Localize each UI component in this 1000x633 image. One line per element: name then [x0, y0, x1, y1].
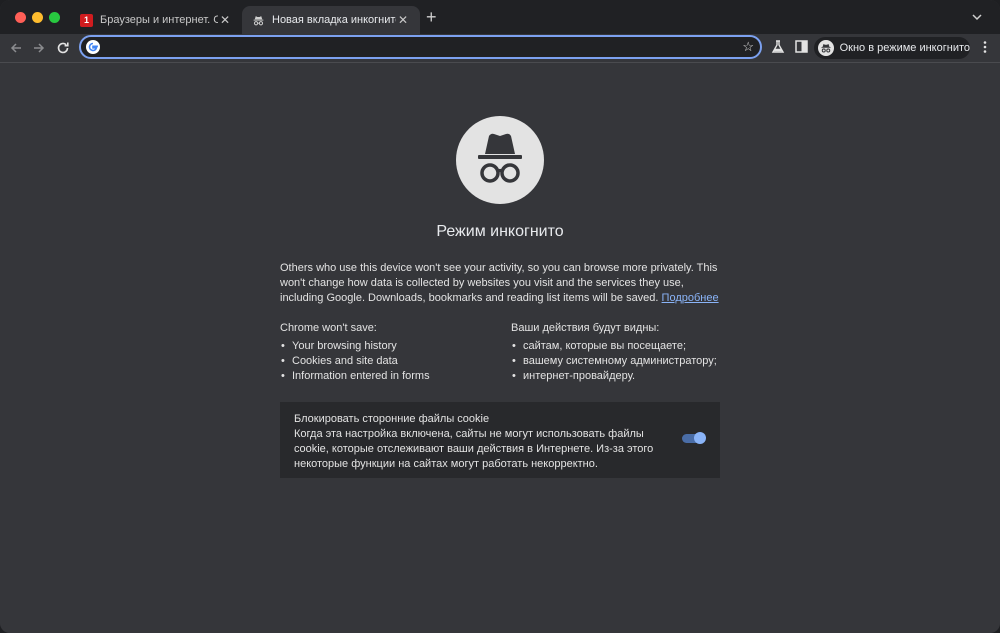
incognito-page: Режим инкогнито Others who use this devi…	[0, 63, 1000, 633]
section-heading: Chrome won't save:	[280, 322, 377, 334]
brand-red-icon: 1	[80, 13, 93, 27]
list-item: сайтам, которые вы посещаете;	[512, 339, 741, 354]
tab-strip: 1 Браузеры и интернет. Скача ✕ Новая вкл…	[0, 0, 1000, 34]
activity-visible-section: Ваши действия будут видны: сайтам, котор…	[511, 321, 741, 384]
chevron-down-icon[interactable]	[970, 10, 984, 24]
address-input[interactable]	[103, 39, 727, 57]
cookie-title: Блокировать сторонние файлы cookie	[294, 413, 490, 425]
back-arrow-icon[interactable]	[8, 40, 24, 56]
maximize-window-button[interactable]	[49, 12, 60, 23]
cookie-description: Когда эта настройка включена, сайты не м…	[294, 428, 654, 470]
address-bar[interactable]: ☆	[79, 35, 762, 59]
list-item: вашему системному администратору;	[512, 354, 741, 369]
forward-arrow-icon[interactable]	[31, 40, 47, 56]
bookmark-star-icon[interactable]: ☆	[742, 39, 754, 55]
tab-label: Браузеры и интернет. Скача	[100, 14, 218, 26]
incognito-chip-label: Окно в режиме инкогнито	[839, 42, 970, 54]
intro-text: Others who use this device won't see you…	[280, 262, 718, 304]
list-item: Your browsing history	[281, 339, 500, 354]
tab-incognito[interactable]: Новая вкладка инкогнито ✕	[242, 6, 420, 34]
browser-window: 1 Браузеры и интернет. Скача ✕ Новая вкл…	[0, 0, 1000, 633]
close-tab-icon[interactable]: ✕	[396, 13, 410, 27]
block-cookies-card: Блокировать сторонние файлы cookie Когда…	[280, 402, 720, 478]
toolbar: ☆ Окно в режиме инкогнито	[0, 34, 1000, 63]
section-heading: Ваши действия будут видны:	[511, 322, 660, 334]
block-cookies-toggle[interactable]	[682, 432, 706, 444]
learn-more-link[interactable]: Подробнее	[662, 292, 719, 304]
toggle-knob	[694, 432, 706, 444]
incognito-hero-icon	[456, 116, 544, 204]
list-item: интернет-провайдеру.	[512, 369, 741, 384]
close-window-button[interactable]	[15, 12, 26, 23]
page-title: Режим инкогнито	[436, 223, 564, 240]
close-tab-icon[interactable]: ✕	[218, 13, 232, 27]
tab-label: Новая вкладка инкогнито	[272, 14, 396, 26]
menu-kebab-icon[interactable]	[978, 40, 992, 54]
reload-icon[interactable]	[55, 40, 71, 56]
labs-flask-icon[interactable]	[771, 40, 785, 54]
intro-paragraph: Others who use this device won't see you…	[280, 261, 722, 306]
tab-browsers[interactable]: 1 Браузеры и интернет. Скача ✕	[70, 6, 242, 34]
chrome-wont-save-section: Chrome won't save: Your browsing history…	[280, 321, 500, 384]
list-item: Information entered in forms	[281, 369, 500, 384]
new-tab-button[interactable]: +	[426, 8, 437, 26]
incognito-icon	[818, 40, 834, 56]
incognito-profile-chip[interactable]: Окно в режиме инкогнито	[814, 37, 970, 59]
minimize-window-button[interactable]	[32, 12, 43, 23]
side-panel-icon[interactable]	[795, 40, 808, 53]
incognito-icon	[253, 15, 264, 25]
google-icon	[86, 40, 100, 54]
list-item: Cookies and site data	[281, 354, 500, 369]
